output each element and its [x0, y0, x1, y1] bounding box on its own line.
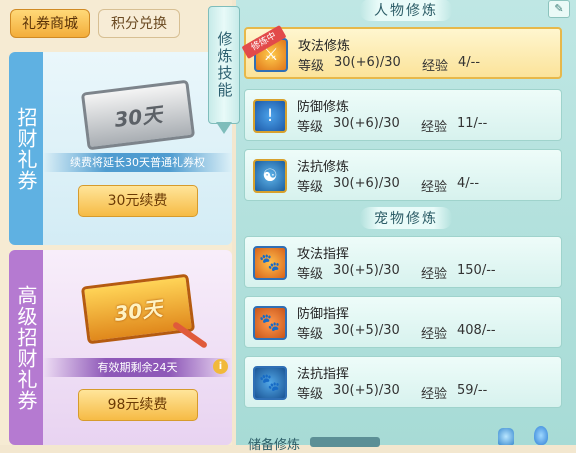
skill-row[interactable]: 🐾 法抗指挥 等级 30(+5)/30 经验 59/-- — [244, 356, 562, 408]
silver-ticket-icon: 30天 — [80, 79, 195, 151]
voucher-card-body: 30天 有效期剩余24天 i 98元续费 — [43, 250, 232, 445]
blue-flame-icon[interactable] — [534, 426, 548, 445]
level-value: 30(+5)/30 — [333, 263, 400, 278]
exp-value: 59/-- — [457, 383, 488, 398]
section-title-character: 人物修炼 — [236, 0, 576, 21]
exp-label: 经验 — [421, 327, 448, 342]
exp-value: 408/-- — [457, 323, 496, 338]
defense-shield-icon: ! — [253, 99, 287, 133]
section-title-pet: 宠物修炼 — [236, 207, 576, 229]
level-value: 30(+5)/30 — [333, 323, 400, 338]
skill-row[interactable]: ⚔ 修炼中 攻法修炼 等级 30(+6)/30 经验 4/-- — [241, 24, 562, 79]
skill-row[interactable]: 🐾 防御指挥 等级 30(+5)/30 经验 408/-- — [244, 296, 562, 348]
reserve-label: 储备修炼 — [248, 438, 301, 453]
exp-value: 150/-- — [457, 263, 496, 278]
shop-panel: 礼券商城 积分兑换 招财礼券 30天 续费将延长30天普通礼券权 30元续费 高… — [0, 0, 232, 445]
reserve-input[interactable] — [310, 437, 380, 447]
exp-label: 经验 — [422, 59, 449, 74]
exp-value: 4/-- — [457, 176, 480, 191]
level-label: 等级 — [297, 180, 324, 195]
level-label: 等级 — [297, 387, 324, 402]
exp-value: 4/-- — [458, 55, 481, 70]
skill-row[interactable]: ! 防御修炼 等级 30(+6)/30 经验 11/-- — [244, 89, 562, 141]
exp-label: 经验 — [421, 120, 448, 135]
pet-resist-paw-icon: 🐾 — [253, 366, 287, 400]
voucher-card-label: 高级招财礼券 — [9, 250, 43, 445]
level-value: 30(+6)/30 — [333, 176, 400, 191]
info-icon[interactable]: i — [213, 359, 228, 374]
exp-label: 经验 — [421, 387, 448, 402]
potion-bottle-icon[interactable] — [498, 428, 514, 445]
renew-98-button[interactable]: 98元续费 — [77, 389, 198, 421]
level-value: 30(+6)/30 — [334, 55, 401, 70]
voucher-card-premium: 高级招财礼券 30天 有效期剩余24天 i 98元续费 — [9, 250, 232, 445]
pet-attack-paw-icon: 🐾 — [253, 246, 287, 280]
skill-name: 防御修炼 — [297, 100, 350, 115]
edit-icon[interactable]: ✎ — [548, 0, 570, 18]
skill-name: 攻法指挥 — [297, 247, 350, 262]
skill-name: 法抗指挥 — [297, 367, 350, 382]
skill-name: 法抗修炼 — [297, 160, 350, 175]
gold-ticket-icon: 30天 — [80, 273, 195, 345]
renew-note: 续费将延长30天普通礼券权 — [43, 153, 232, 172]
cultivation-banner: 修炼技能 — [208, 6, 240, 124]
voucher-card-basic: 招财礼券 30天 续费将延长30天普通礼券权 30元续费 — [9, 52, 232, 245]
pet-defense-paw-icon: 🐾 — [253, 306, 287, 340]
skill-name: 攻法修炼 — [298, 39, 351, 54]
level-label: 等级 — [298, 59, 325, 74]
level-value: 30(+6)/30 — [333, 116, 400, 131]
skill-row[interactable]: 🐾 攻法指挥 等级 30(+5)/30 经验 150/-- — [244, 236, 562, 288]
skill-name: 防御指挥 — [297, 307, 350, 322]
tab-voucher-shop[interactable]: 礼券商城 — [10, 9, 90, 38]
voucher-card-label: 招财礼券 — [9, 52, 43, 245]
validity-note: 有效期剩余24天 — [43, 358, 232, 377]
skill-row[interactable]: ☯ 法抗修炼 等级 30(+6)/30 经验 4/-- — [244, 149, 562, 201]
level-label: 等级 — [297, 120, 324, 135]
voucher-card-body: 30天 续费将延长30天普通礼券权 30元续费 — [43, 52, 232, 245]
level-label: 等级 — [297, 267, 324, 282]
renew-30-button[interactable]: 30元续费 — [77, 185, 198, 217]
level-label: 等级 — [297, 327, 324, 342]
exp-value: 11/-- — [457, 116, 488, 131]
level-value: 30(+5)/30 — [333, 383, 400, 398]
exp-label: 经验 — [421, 267, 448, 282]
cultivation-skills-panel: 人物修炼 ✎ ⚔ 修炼中 攻法修炼 等级 30(+6)/30 经验 4/-- !… — [236, 0, 576, 453]
tab-points-exchange[interactable]: 积分兑换 — [98, 9, 180, 38]
exp-label: 经验 — [421, 180, 448, 195]
resist-swirl-icon: ☯ — [253, 159, 287, 193]
